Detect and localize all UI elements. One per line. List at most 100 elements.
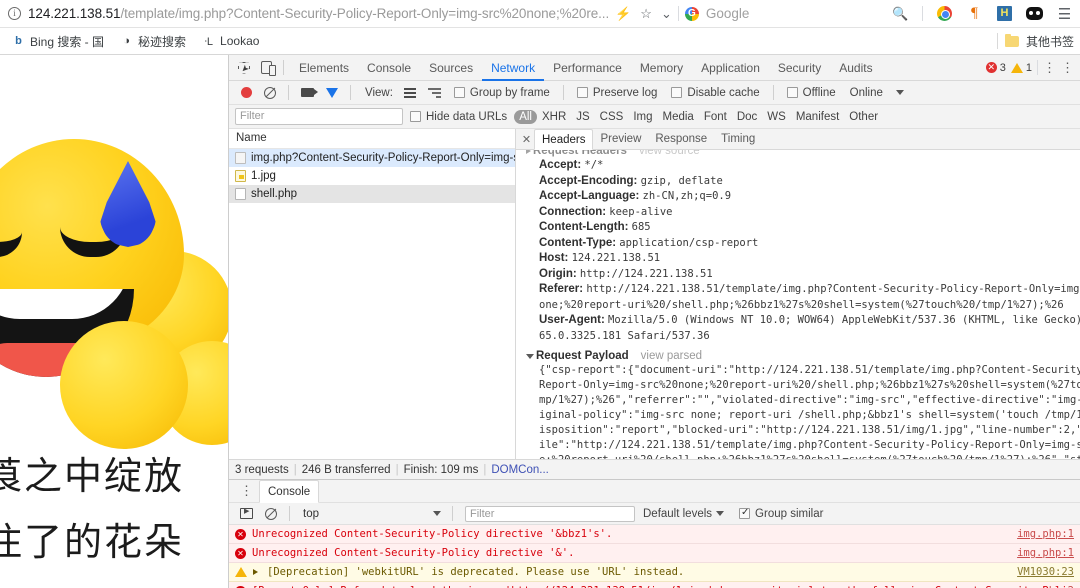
tab-console[interactable]: Console: [358, 55, 420, 81]
console-message[interactable]: [Deprecation] 'webkitURL' is deprecated.…: [229, 563, 1080, 582]
hackbar-extension-icon[interactable]: H: [996, 5, 1013, 22]
dark-extension-icon[interactable]: [1026, 5, 1043, 22]
lightning-icon[interactable]: ⚡: [615, 7, 631, 20]
tab-timing[interactable]: Timing: [714, 129, 762, 150]
header-value: zh-CN,zh;q=0.9: [642, 190, 732, 202]
console-levels-select[interactable]: Default levels: [635, 508, 732, 520]
bookmark-item-bing[interactable]: b Bing 搜索 - 国: [4, 33, 112, 50]
other-bookmarks-label[interactable]: 其他书签: [1026, 33, 1074, 50]
pilcrow-extension-icon[interactable]: ¶: [966, 5, 983, 22]
console-message[interactable]: ✕ Unrecognized Content-Security-Policy d…: [229, 544, 1080, 563]
group-similar-checkbox[interactable]: Group similar: [732, 507, 830, 520]
chevron-down-icon[interactable]: ⌄: [661, 7, 672, 20]
emoji-eye-left: [0, 227, 22, 257]
omnibox-actions: ⚡ ☆ ⌄: [609, 7, 678, 20]
console-message-source[interactable]: img.php:1: [1017, 547, 1074, 559]
star-icon[interactable]: ☆: [640, 7, 652, 20]
tab-network[interactable]: Network: [482, 55, 544, 81]
type-filter-doc[interactable]: Doc: [732, 110, 762, 124]
header-name: Connection:: [539, 205, 607, 218]
close-icon[interactable]: ✕: [519, 133, 534, 146]
site-info-icon[interactable]: i: [8, 7, 21, 20]
chrome-extension-icon[interactable]: [936, 5, 953, 22]
bookmark-item-miji[interactable]: ◑ 秘迹搜索: [112, 33, 194, 50]
search-icon[interactable]: 🔍: [892, 5, 909, 22]
drawer-more-menu-icon[interactable]: ⋮: [234, 483, 259, 499]
warning-count-badge[interactable]: 1: [1010, 62, 1032, 74]
filter-toggle-icon[interactable]: [320, 87, 344, 98]
type-filter-manifest[interactable]: Manifest: [791, 110, 844, 124]
view-parsed-link[interactable]: view parsed: [641, 350, 702, 362]
search-engine-chip[interactable]: Google: [679, 6, 749, 21]
list-view-icon[interactable]: [398, 87, 422, 98]
group-by-frame-checkbox[interactable]: Group by frame: [447, 87, 557, 99]
table-row[interactable]: 1.jpg: [229, 167, 515, 185]
offline-checkbox[interactable]: Offline: [780, 87, 843, 99]
payload-line: {"csp-report":{"document-uri":"http://12…: [539, 364, 1080, 376]
table-row[interactable]: shell.php: [229, 185, 515, 203]
console-message-source[interactable]: img.php:1: [1017, 528, 1074, 540]
record-button[interactable]: [235, 87, 258, 98]
header-row-referer-cont: one;%20report-uri%20/shell.php;%26bbz1%2…: [526, 298, 1080, 314]
console-sidebar-icon[interactable]: [234, 507, 259, 519]
type-filter-font[interactable]: Font: [699, 110, 732, 124]
bookmark-item-lookao[interactable]: ᐧL Lookao: [194, 34, 267, 48]
console-message-source[interactable]: VM1030:23: [1017, 566, 1074, 578]
inspect-element-icon[interactable]: [233, 57, 255, 79]
type-filter-all[interactable]: All: [514, 109, 537, 124]
tab-memory[interactable]: Memory: [631, 55, 692, 81]
group-by-frame-label: Group by frame: [469, 86, 550, 99]
console-context-select[interactable]: top: [296, 508, 446, 520]
request-payload-section[interactable]: Request Payload view parsed: [526, 349, 1080, 363]
type-filter-xhr[interactable]: XHR: [537, 110, 571, 124]
type-filter-other[interactable]: Other: [844, 110, 883, 124]
tab-security[interactable]: Security: [769, 55, 830, 81]
devtools-close-icon[interactable]: ⋮: [1061, 60, 1074, 76]
console-message[interactable]: ✕ [Report Only] Refused to load the imag…: [229, 582, 1080, 588]
headers-content: Request Headers view source Accept: */* …: [516, 150, 1080, 459]
tab-headers[interactable]: Headers: [534, 129, 594, 150]
console-clear-icon[interactable]: [259, 507, 283, 520]
tab-elements[interactable]: Elements: [290, 55, 358, 81]
capture-screenshots-icon[interactable]: [295, 88, 320, 97]
status-divider: |: [293, 463, 297, 476]
hide-data-urls-label: Hide data URLs: [426, 110, 508, 123]
console-filter-input[interactable]: Filter: [465, 505, 635, 522]
error-icon: ✕: [235, 528, 246, 540]
header-name: Content-Length:: [539, 221, 629, 233]
url-text: 124.221.138.51/template/img.php?Content-…: [28, 6, 609, 21]
waterfall-view-icon[interactable]: [422, 87, 447, 98]
tab-response[interactable]: Response: [648, 129, 714, 150]
page-text-line: 住了的花朵: [0, 520, 185, 564]
request-headers-section[interactable]: Request Headers view source: [526, 150, 1080, 158]
device-toolbar-icon[interactable]: [255, 57, 277, 79]
tab-audits[interactable]: Audits: [830, 55, 881, 81]
drawer-tab-console[interactable]: Console: [259, 480, 320, 503]
view-source-link[interactable]: view source: [639, 150, 700, 157]
type-filter-media[interactable]: Media: [658, 110, 699, 124]
preserve-log-checkbox[interactable]: Preserve log: [570, 87, 665, 99]
tab-sources[interactable]: Sources: [420, 55, 482, 81]
type-filter-js[interactable]: JS: [571, 110, 594, 124]
error-count-badge[interactable]: ✕ 3: [985, 62, 1006, 74]
network-filter-input[interactable]: Filter: [235, 108, 403, 125]
type-filter-ws[interactable]: WS: [762, 110, 791, 124]
type-filter-img[interactable]: Img: [628, 110, 657, 124]
table-row[interactable]: img.php?Content-Security-Policy-Report-O…: [229, 149, 515, 167]
browser-menu-icon[interactable]: ☰: [1056, 5, 1073, 23]
clear-button[interactable]: [258, 86, 282, 99]
header-name: User-Agent:: [539, 314, 605, 326]
tab-performance[interactable]: Performance: [544, 55, 631, 81]
tab-preview[interactable]: Preview: [593, 129, 648, 150]
hide-data-urls-checkbox[interactable]: Hide data URLs: [403, 111, 514, 123]
console-message[interactable]: ✕ Unrecognized Content-Security-Policy d…: [229, 525, 1080, 544]
tab-application[interactable]: Application: [692, 55, 769, 81]
expand-arrow-icon[interactable]: [253, 569, 258, 575]
checkbox-icon: [786, 87, 798, 98]
throttling-chevron-down-icon[interactable]: [890, 90, 910, 95]
throttling-select[interactable]: Online: [843, 87, 890, 99]
disable-cache-checkbox[interactable]: Disable cache: [664, 87, 766, 99]
devtools-more-menu-icon[interactable]: ⋮: [1043, 60, 1056, 76]
address-bar[interactable]: i 124.221.138.51/template/img.php?Conten…: [0, 0, 892, 28]
type-filter-css[interactable]: CSS: [595, 110, 629, 124]
